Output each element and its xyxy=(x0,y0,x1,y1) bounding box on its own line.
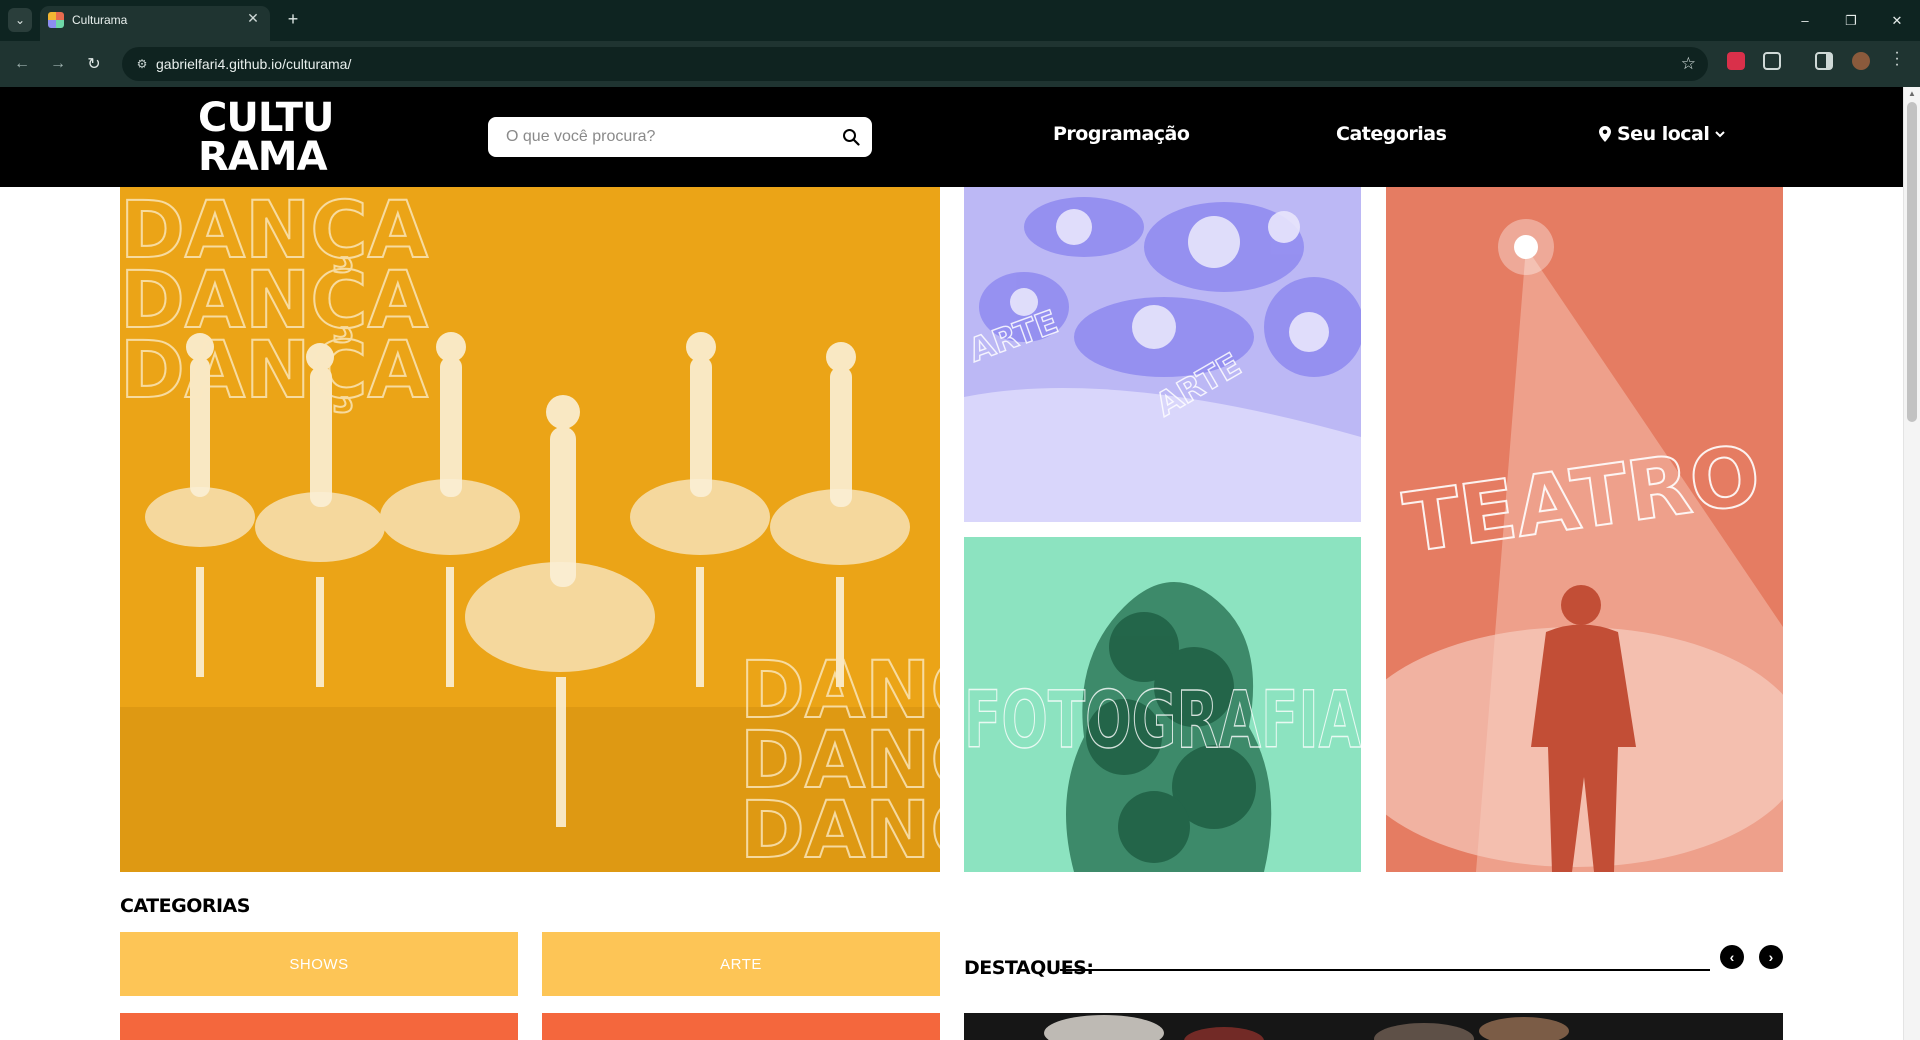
category-fotografia-button[interactable]: FOTOGRAFIA xyxy=(542,1013,940,1040)
browser-tabbar: ⌄ Culturama ✕ + – ❐ ✕ xyxy=(0,0,1920,41)
category-teatro-button[interactable]: TEATRO xyxy=(120,1013,518,1040)
nav-categorias[interactable]: Categorias xyxy=(1336,123,1447,145)
back-arrow-icon[interactable]: ← xyxy=(10,52,34,76)
bookmark-star-icon[interactable]: ☆ xyxy=(1681,54,1696,74)
url-text[interactable]: gabrielfari4.github.io/culturama/ xyxy=(156,56,351,72)
search-input[interactable] xyxy=(506,119,826,155)
destaques-next-button[interactable]: › xyxy=(1759,945,1783,969)
side-panel-icon[interactable] xyxy=(1815,52,1833,70)
scroll-up-icon[interactable]: ▲ xyxy=(1908,89,1916,98)
search-box xyxy=(488,117,872,157)
double-exposure-portrait: FOTOGRAFIA xyxy=(964,537,1361,872)
banner-teatro[interactable]: TEATRO xyxy=(1386,187,1783,872)
logo-line-1: CULTU xyxy=(198,95,334,141)
tab-search-button[interactable]: ⌄ xyxy=(8,8,32,32)
forward-arrow-icon[interactable]: → xyxy=(46,52,70,76)
address-bar[interactable]: ⚙ gabrielfari4.github.io/culturama/ ☆ xyxy=(122,47,1708,81)
banner-danca-label-6: DANÇA xyxy=(740,786,940,872)
tab-close-icon[interactable]: ✕ xyxy=(244,10,262,27)
location-pin-icon xyxy=(1599,126,1611,142)
paint-bubbles-illustration: ARTE ARTE xyxy=(964,187,1361,522)
extension-icon[interactable] xyxy=(1727,52,1745,70)
browser-menu-icon[interactable]: · · · xyxy=(1893,45,1901,73)
destaque-card[interactable] xyxy=(964,1013,1783,1040)
culturama-logo[interactable]: CULTU RAMA xyxy=(198,95,334,180)
minimize-button[interactable]: – xyxy=(1782,0,1828,41)
reload-icon[interactable]: ↻ xyxy=(82,52,106,76)
page-scrollbar[interactable]: ▲ xyxy=(1903,87,1920,1040)
categorias-title: CATEGORIAS xyxy=(120,895,250,917)
destaque-image xyxy=(964,1013,1783,1040)
window-controls: – ❐ ✕ xyxy=(1782,0,1920,41)
tab-title: Culturama xyxy=(72,13,128,27)
profile-avatar[interactable] xyxy=(1852,52,1870,70)
destaques-divider xyxy=(1060,969,1710,971)
banner-fotografia[interactable]: FOTOGRAFIA xyxy=(964,537,1361,872)
banner-arte[interactable]: ARTE ARTE xyxy=(964,187,1361,522)
category-shows-button[interactable]: SHOWS xyxy=(120,932,518,996)
location-label: Seu local xyxy=(1617,123,1710,145)
search-icon[interactable] xyxy=(842,128,860,146)
stage-spotlight-illustration: TEATRO xyxy=(1386,187,1783,872)
category-arte-button[interactable]: ARTE xyxy=(542,932,940,996)
browser-tab[interactable]: Culturama ✕ xyxy=(40,6,270,41)
extensions-puzzle-icon[interactable] xyxy=(1763,52,1781,70)
banner-danca-label-3: DANÇA xyxy=(120,326,428,416)
destaques-title: DESTAQUES: xyxy=(964,957,1094,979)
browser-toolbar: ← → ↻ ⚙ gabrielfari4.github.io/culturama… xyxy=(0,41,1920,87)
restore-button[interactable]: ❐ xyxy=(1828,0,1874,41)
banner-danca[interactable]: DANÇA DANÇA DANÇA DANÇA DANÇA DANÇA xyxy=(120,187,940,872)
new-tab-button[interactable]: + xyxy=(282,8,304,30)
favicon-icon xyxy=(48,12,64,28)
banner-fotografia-label: FOTOGRAFIA xyxy=(964,676,1361,766)
page-viewport: CULTU RAMA Programação Categorias Seu lo… xyxy=(0,87,1920,1040)
location-dropdown[interactable]: Seu local xyxy=(1599,123,1726,145)
nav-programacao[interactable]: Programação xyxy=(1053,123,1190,145)
site-info-icon[interactable]: ⚙ xyxy=(134,56,150,72)
chevron-down-icon xyxy=(1715,131,1726,138)
site-header: CULTU RAMA Programação Categorias Seu lo… xyxy=(0,87,1903,187)
scroll-thumb[interactable] xyxy=(1907,102,1917,422)
destaques-prev-button[interactable]: ‹ xyxy=(1720,945,1744,969)
logo-line-2: RAMA xyxy=(198,134,328,180)
close-window-button[interactable]: ✕ xyxy=(1874,0,1920,41)
ballet-dancers-illustration: DANÇA DANÇA DANÇA DANÇA DANÇA DANÇA xyxy=(120,187,940,872)
